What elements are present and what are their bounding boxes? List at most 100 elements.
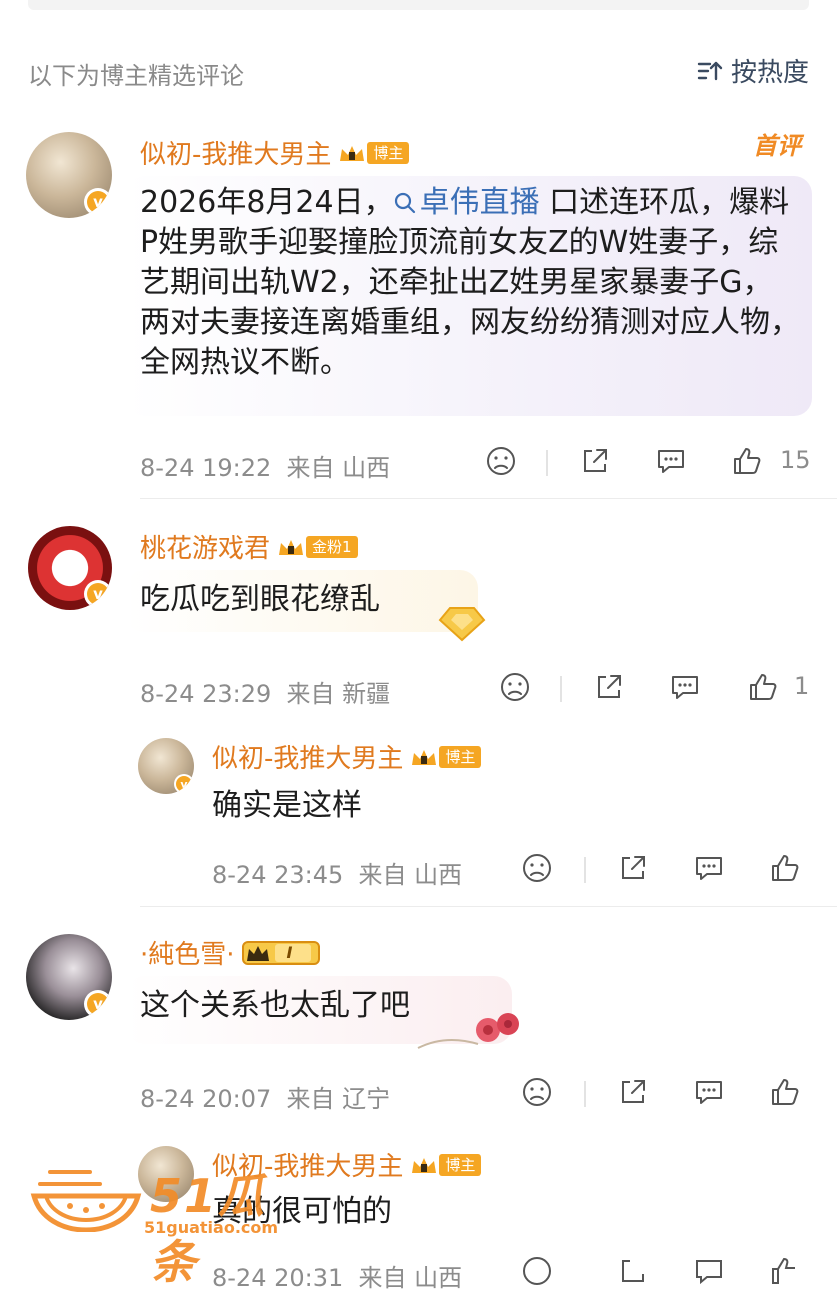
crown-icon xyxy=(279,539,304,555)
username[interactable]: 桃花游戏君 xyxy=(140,528,270,565)
verified-icon: v xyxy=(84,580,112,608)
like-button[interactable] xyxy=(768,1075,802,1109)
sort-button[interactable]: 按热度 xyxy=(697,52,809,89)
action-bar xyxy=(520,1075,820,1115)
crown-icon xyxy=(340,145,365,161)
comment-icon xyxy=(696,1260,722,1285)
verified-icon: v xyxy=(174,774,194,794)
comment-meta: 8-24 23:29 来自 新疆 xyxy=(140,680,391,708)
action-bar xyxy=(520,851,820,891)
comment-text: 2026年8月24日， 卓伟直播 口述连环瓜，爆料P姓男歌手迎娶撞脸顶流前女友Z的… xyxy=(140,185,800,380)
dislike-button[interactable] xyxy=(520,1254,554,1288)
thumbs-up-icon xyxy=(772,1079,799,1105)
comment-icon xyxy=(658,450,684,473)
action-bar: 1 xyxy=(498,670,814,710)
crown-icon xyxy=(412,749,437,765)
comment-text: 确实是这样 xyxy=(212,788,362,823)
share-button[interactable] xyxy=(578,444,612,478)
avatar[interactable]: v xyxy=(26,934,112,1020)
watermark-url: 51guatiao.com xyxy=(144,1218,279,1237)
name-row: ·純色雪· I xyxy=(140,934,330,971)
share-icon xyxy=(584,449,607,472)
dislike-button[interactable] xyxy=(498,670,532,704)
crown-icon xyxy=(412,1157,437,1173)
frown-icon xyxy=(523,1257,551,1285)
level-badge: I xyxy=(241,939,331,967)
divider xyxy=(140,906,837,907)
like-button[interactable] xyxy=(768,1254,802,1288)
divider xyxy=(140,498,837,499)
crown-icon xyxy=(241,940,320,965)
divider xyxy=(584,857,586,883)
gem-decoration-icon xyxy=(438,607,486,642)
avatar[interactable]: v xyxy=(28,526,112,610)
comment-meta: 8-24 19:22 来自 山西 xyxy=(140,454,391,482)
reply-button[interactable] xyxy=(692,1254,726,1288)
comment-meta: 8-24 20:07 来自 辽宁 xyxy=(140,1085,391,1113)
divider xyxy=(560,676,562,702)
share-button[interactable] xyxy=(616,1254,650,1288)
like-button[interactable] xyxy=(746,670,780,704)
fan-badge: 金粉1 xyxy=(276,535,358,559)
reply-button[interactable] xyxy=(692,1075,726,1109)
comment-text: 吃瓜吃到眼花缭乱 xyxy=(140,582,380,617)
like-count: 15 xyxy=(780,446,811,474)
share-button[interactable] xyxy=(616,851,650,885)
name-row: 似初-我推大男主 博主 xyxy=(212,738,482,775)
like-button[interactable] xyxy=(768,851,802,885)
frown-icon xyxy=(487,447,515,475)
thumbs-up-icon xyxy=(772,1257,795,1284)
dislike-button[interactable] xyxy=(484,444,518,478)
share-icon xyxy=(622,1260,644,1282)
section-title: 以下为博主精选评论 xyxy=(28,62,244,90)
thumbs-up-icon xyxy=(750,674,777,700)
name-row: 似初-我推大男主 博主 xyxy=(140,134,410,171)
reply-button[interactable] xyxy=(654,444,688,478)
share-button[interactable] xyxy=(592,670,626,704)
role-badge: 博主 xyxy=(409,745,482,769)
search-icon xyxy=(394,192,415,214)
verified-icon: v xyxy=(84,188,112,216)
action-bar xyxy=(520,1254,820,1294)
dislike-button[interactable] xyxy=(520,851,554,885)
watermelon-logo-icon xyxy=(30,1170,142,1232)
divider xyxy=(584,1081,586,1107)
rose-decoration-icon xyxy=(417,1013,519,1049)
topic-link[interactable]: 卓伟直播 xyxy=(394,185,540,220)
comment-icon xyxy=(696,857,722,880)
watermark: 51瓜条 51guatiao.com xyxy=(30,1160,290,1289)
share-icon xyxy=(622,856,645,879)
share-icon xyxy=(622,1080,645,1103)
name-row: 桃花游戏君 金粉1 xyxy=(140,528,358,565)
username[interactable]: 似初-我推大男主 xyxy=(212,738,403,775)
thumbs-up-icon xyxy=(734,448,761,474)
frown-icon xyxy=(501,673,529,701)
username[interactable]: 似初-我推大男主 xyxy=(140,134,331,171)
frown-icon xyxy=(523,854,551,882)
top-edge xyxy=(28,0,809,10)
avatar[interactable]: v xyxy=(26,132,112,218)
role-badge: 博主 xyxy=(409,1153,482,1177)
sort-icon xyxy=(697,61,723,80)
comment-text: 这个关系也太乱了吧 xyxy=(140,988,410,1023)
like-button[interactable] xyxy=(730,444,764,478)
comment-meta: 8-24 23:45 来自 山西 xyxy=(212,861,463,889)
frown-icon xyxy=(523,1078,551,1106)
sort-label: 按热度 xyxy=(730,58,809,88)
dislike-button[interactable] xyxy=(520,1075,554,1109)
action-bar: 15 xyxy=(484,444,814,484)
divider xyxy=(546,450,548,476)
comment-icon xyxy=(696,1081,722,1104)
comment-icon xyxy=(672,676,698,699)
share-button[interactable] xyxy=(616,1075,650,1109)
role-badge: 博主 xyxy=(337,141,410,165)
username[interactable]: ·純色雪· xyxy=(140,934,235,971)
share-icon xyxy=(598,675,621,698)
thumbs-up-icon xyxy=(772,855,799,881)
reply-button[interactable] xyxy=(692,851,726,885)
comments-header: 以下为博主精选评论 按热度 xyxy=(28,52,809,92)
avatar[interactable]: v xyxy=(138,738,194,794)
verified-icon: v xyxy=(84,990,112,1018)
first-comment-badge: 首评 xyxy=(753,132,801,160)
reply-button[interactable] xyxy=(668,670,702,704)
